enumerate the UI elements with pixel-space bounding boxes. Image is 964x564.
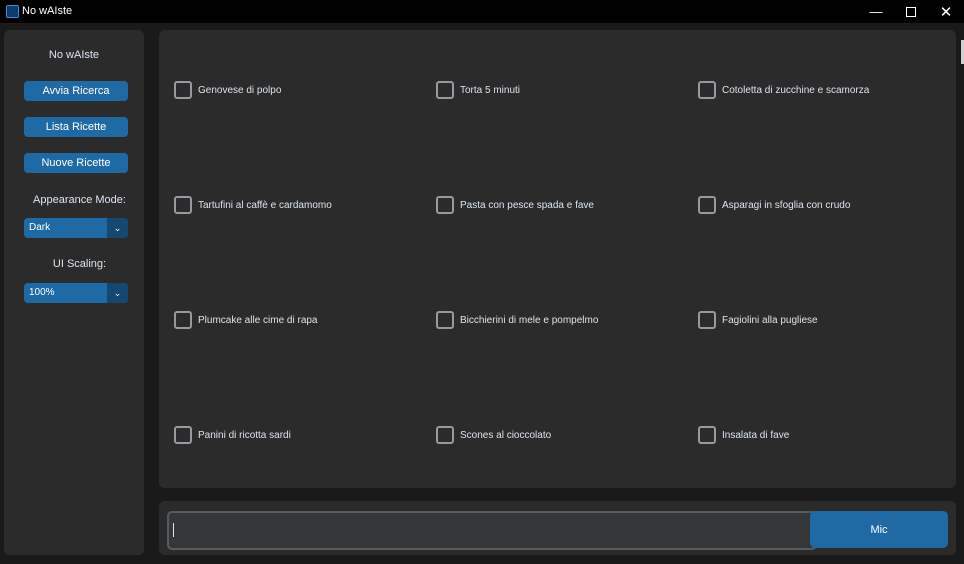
recipe-checkbox-item[interactable]: Bicchierini di mele e pompelmo: [436, 311, 598, 329]
recipe-label: Genovese di polpo: [198, 84, 282, 96]
recipe-checkbox-item[interactable]: Cotoletta di zucchine e scamorza: [698, 81, 869, 99]
recipe-label: Plumcake alle cime di rapa: [198, 314, 318, 326]
checkbox[interactable]: [698, 196, 716, 214]
close-button[interactable]: ✕: [928, 0, 964, 23]
recipe-checkbox-item[interactable]: Genovese di polpo: [174, 81, 281, 99]
app-icon: [6, 5, 19, 18]
checkbox[interactable]: [174, 81, 192, 99]
recipe-label: Fagiolini alla pugliese: [722, 314, 818, 326]
checkbox[interactable]: [436, 426, 454, 444]
checkbox[interactable]: [698, 426, 716, 444]
recipe-label: Asparagi in sfoglia con crudo: [722, 199, 851, 211]
appearance-mode-label: Appearance Mode:: [33, 194, 126, 206]
checkbox[interactable]: [436, 196, 454, 214]
appearance-mode-value: Dark: [29, 222, 51, 233]
recipe-label: Panini di ricotta sardi: [198, 429, 291, 441]
recipe-label: Torta 5 minuti: [460, 84, 521, 96]
sidebar-title: No wAIste: [48, 49, 100, 61]
recipe-label: Tartufini al caffè e cardamomo: [198, 199, 332, 211]
recipe-checkbox-item[interactable]: Pasta con pesce spada e fave: [436, 196, 594, 214]
avvia-ricerca-button[interactable]: Avvia Ricerca: [24, 81, 128, 101]
text-cursor: [173, 523, 174, 537]
minimize-button[interactable]: —: [858, 0, 894, 23]
maximize-icon: [906, 6, 916, 17]
checkbox[interactable]: [698, 311, 716, 329]
chevron-down-icon[interactable]: ⌄: [107, 283, 128, 303]
ui-scaling-value: 100%: [29, 287, 55, 298]
checkbox[interactable]: [174, 311, 192, 329]
text-input[interactable]: [167, 511, 817, 550]
recipe-checkbox-item[interactable]: Plumcake alle cime di rapa: [174, 311, 318, 329]
recipe-checkbox-item[interactable]: Asparagi in sfoglia con crudo: [698, 196, 850, 214]
mic-button[interactable]: Mic: [810, 511, 948, 548]
checkbox[interactable]: [436, 81, 454, 99]
lista-ricette-button[interactable]: Lista Ricette: [24, 117, 128, 137]
recipe-label: Scones al cioccolato: [460, 429, 552, 441]
recipe-label: Bicchierini di mele e pompelmo: [460, 314, 599, 326]
recipe-checkbox-item[interactable]: Panini di ricotta sardi: [174, 426, 291, 444]
window-title: No wAIste: [22, 5, 73, 17]
recipe-checkbox-item[interactable]: Scones al cioccolato: [436, 426, 551, 444]
maximize-button[interactable]: [893, 0, 929, 23]
ui-scaling-label: UI Scaling:: [52, 258, 107, 270]
recipe-panel: Genovese di polpo Torta 5 minuti Cotolet…: [159, 30, 956, 488]
recipe-label: Cotoletta di zucchine e scamorza: [722, 84, 870, 96]
checkbox[interactable]: [174, 426, 192, 444]
recipe-checkbox-item[interactable]: Insalata di fave: [698, 426, 789, 444]
ui-scaling-select[interactable]: 100% ⌄: [24, 283, 128, 303]
recipe-checkbox-item[interactable]: Fagiolini alla pugliese: [698, 311, 818, 329]
sidebar: No wAIste Avvia Ricerca Lista Ricette Nu…: [4, 30, 144, 555]
recipe-checkbox-item[interactable]: Torta 5 minuti: [436, 81, 520, 99]
checkbox[interactable]: [174, 196, 192, 214]
recipe-checkbox-item[interactable]: Tartufini al caffè e cardamomo: [174, 196, 332, 214]
nuove-ricette-button[interactable]: Nuove Ricette: [24, 153, 128, 173]
input-bar: Mic: [159, 501, 956, 555]
chevron-down-icon[interactable]: ⌄: [107, 218, 128, 238]
checkbox[interactable]: [698, 81, 716, 99]
title-bar: No wAIste — ✕: [0, 0, 964, 23]
appearance-mode-select[interactable]: Dark ⌄: [24, 218, 128, 238]
checkbox[interactable]: [436, 311, 454, 329]
recipe-label: Insalata di fave: [722, 429, 790, 441]
recipe-label: Pasta con pesce spada e fave: [460, 199, 594, 211]
